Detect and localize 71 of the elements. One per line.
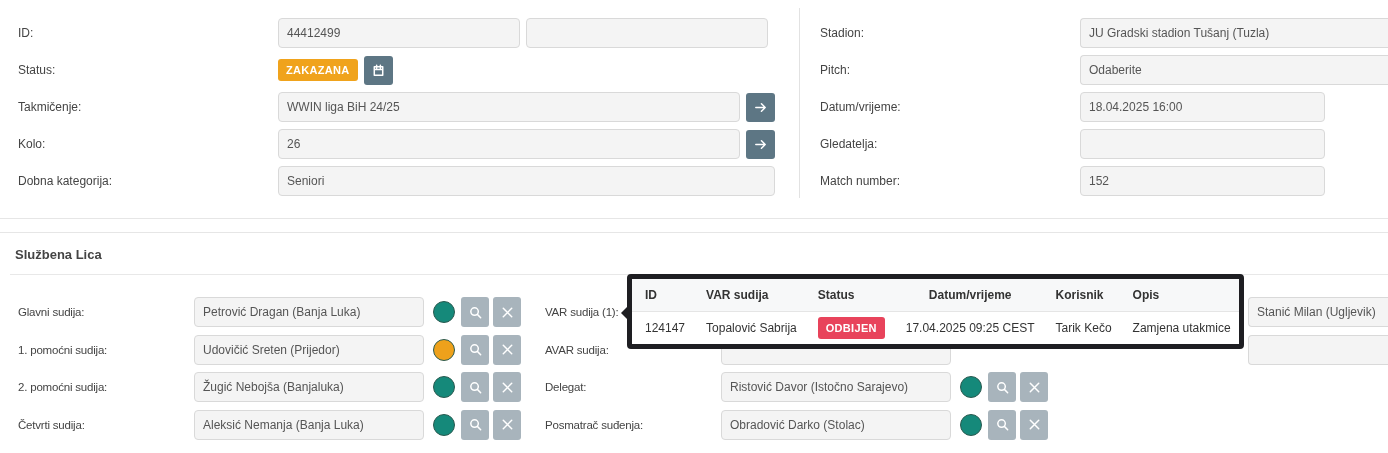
field-label: Dobna kategorija: — [18, 174, 114, 188]
table-cell: 17.04.2025 09:25 CEST — [892, 311, 1043, 344]
input-field[interactable]: Aleksić Nemanja (Banja Luka) — [194, 409, 424, 440]
field-label: VAR sudija (1): — [545, 306, 619, 318]
input-field[interactable] — [1080, 129, 1325, 159]
field-label: Takmičenje: — [18, 100, 83, 114]
field-label: AVAR sudija: — [545, 343, 609, 356]
field-label: 2. pomoćni sudija: — [18, 381, 108, 393]
remove-button[interactable] — [1020, 409, 1048, 440]
search-button[interactable] — [461, 297, 489, 327]
table-cell: Tarik Kečo — [1042, 311, 1120, 344]
input-field[interactable]: 26 — [278, 129, 740, 159]
input-field[interactable]: 44412499 — [278, 18, 520, 48]
go-button[interactable] — [746, 92, 775, 122]
input-field[interactable]: Seniori — [278, 166, 775, 196]
field-label: Glavni sudija: — [18, 306, 85, 318]
field-label: Pitch: — [820, 63, 851, 77]
section-title: Službena Lica — [14, 246, 103, 261]
input-field[interactable]: JU Gradski stadion Tušanj (Tuzla) — [1080, 18, 1388, 48]
remove-button[interactable] — [493, 372, 521, 402]
field-label: Gledatelja: — [820, 137, 879, 151]
field-label: Posmatrač suđenja: — [545, 418, 644, 431]
input-field[interactable]: Udovičić Sreten (Prijedor) — [194, 334, 424, 365]
remove-button[interactable] — [493, 297, 521, 327]
column-header: ID — [632, 279, 694, 312]
column-header: Datum/vrijeme — [892, 279, 1043, 312]
input-field[interactable] — [1248, 334, 1388, 365]
input-field[interactable] — [526, 18, 768, 48]
remove-button[interactable] — [493, 334, 521, 365]
search-button[interactable] — [461, 334, 489, 365]
table-cell: 124147 — [632, 311, 694, 344]
table-cell: Topalović Sabrija — [693, 311, 805, 344]
search-button[interactable] — [988, 409, 1016, 440]
search-icon — [467, 342, 483, 357]
input-field[interactable]: Petrović Dragan (Banja Luka) — [194, 297, 424, 327]
input-field[interactable]: Obradović Darko (Stolac) — [721, 409, 951, 440]
column-header: Opis — [1119, 279, 1239, 312]
field-label: Kolo: — [18, 137, 47, 151]
field-label: 1. pomoćni sudija: — [18, 343, 108, 356]
input-field[interactable]: WWIN liga BiH 24/25 — [278, 92, 740, 122]
input-field[interactable]: 18.04.2025 16:00 — [1080, 92, 1325, 122]
column-header: Status — [804, 279, 893, 312]
field-label: Četvrti sudija: — [18, 418, 85, 431]
search-icon — [467, 379, 483, 395]
search-icon — [467, 417, 483, 432]
field-label: ID: — [18, 26, 35, 40]
status-badge: ZAKAZANA — [278, 59, 358, 81]
input-field[interactable]: Odaberite — [1080, 55, 1388, 85]
search-icon — [994, 379, 1010, 395]
calendar-button[interactable] — [363, 55, 393, 85]
remove-button[interactable] — [493, 409, 521, 440]
input-field[interactable]: 152 — [1080, 166, 1325, 196]
column-header: Korisnik — [1042, 279, 1120, 312]
column-header: VAR sudija — [693, 279, 805, 312]
input-field[interactable]: Žugić Nebojša (Banjaluka) — [194, 372, 424, 402]
remove-button[interactable] — [1020, 372, 1048, 402]
status-badge: ODBIJEN — [817, 317, 885, 339]
field-label: Delegat: — [545, 381, 587, 393]
field-label: Match number: — [820, 174, 902, 188]
field-label: Status: — [18, 63, 57, 77]
search-button[interactable] — [461, 372, 489, 402]
input-field[interactable]: Stanić Milan (Ugljevik) — [1248, 297, 1388, 327]
search-button[interactable] — [461, 409, 489, 440]
search-button[interactable] — [988, 372, 1016, 402]
field-label: Stadion: — [820, 26, 866, 40]
input-field[interactable]: Ristović Davor (Istočno Sarajevo) — [721, 372, 951, 402]
search-icon — [467, 304, 483, 320]
search-icon — [994, 417, 1010, 432]
field-label: Datum/vrijeme: — [820, 100, 902, 114]
go-button[interactable] — [746, 129, 775, 159]
table-cell: Zamjena utakmice — [1119, 311, 1239, 344]
